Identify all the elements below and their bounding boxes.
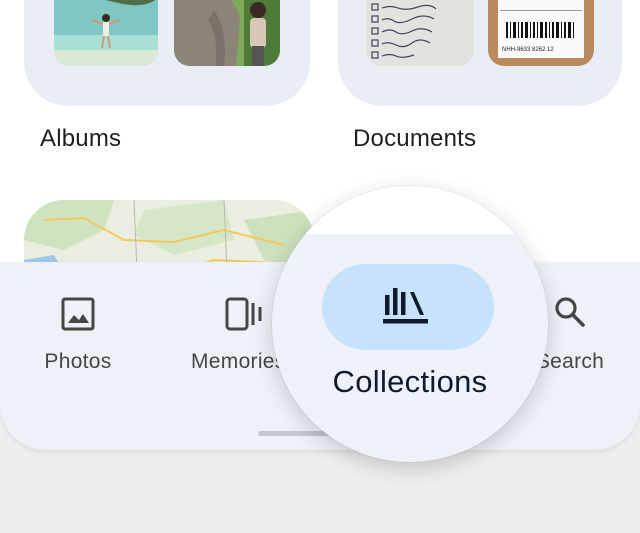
documents-card[interactable]: NHH-9633 8262 12 (338, 0, 622, 106)
collections-tab-active-indicator[interactable] (322, 264, 494, 350)
documents-label[interactable]: Documents (353, 125, 476, 153)
nav-photos[interactable]: Photos (26, 290, 130, 380)
collections-icon (382, 282, 434, 333)
package-label-code: NHH-9633 8262 12 (502, 47, 554, 53)
google-photos-screen: NHH-9633 8262 12 Albums Documents Photos… (0, 0, 640, 533)
memories-icon (224, 296, 266, 337)
magnifier-bubble: Collections (272, 186, 548, 462)
search-icon (552, 294, 588, 335)
nav-label-photos: Photos (44, 350, 112, 373)
photo-icon (60, 296, 96, 337)
album-thumbnail-beach (54, 0, 158, 66)
albums-card[interactable] (24, 0, 310, 106)
albums-label[interactable]: Albums (40, 125, 121, 153)
document-thumbnail-package-label: NHH-9633 8262 12 (488, 0, 594, 66)
magnifier-content-strip (272, 186, 548, 234)
album-thumbnail-elephant (174, 0, 280, 66)
document-thumbnail-checklist (366, 0, 474, 66)
nav-label-collections[interactable]: Collections (272, 364, 548, 400)
